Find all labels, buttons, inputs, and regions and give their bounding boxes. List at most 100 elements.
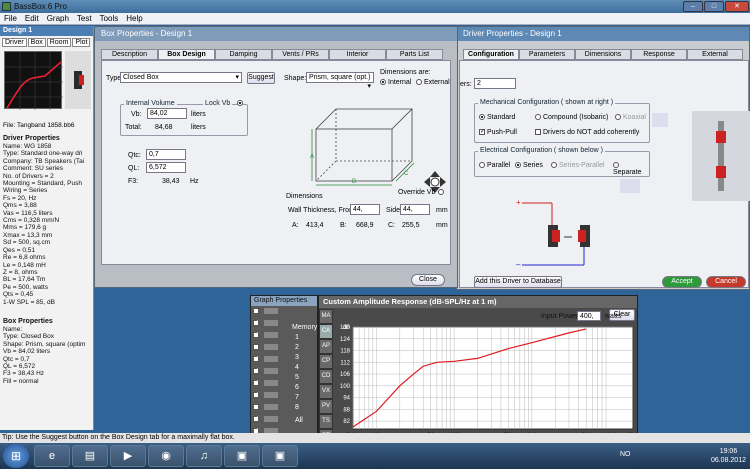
wall-front-field[interactable]: 44, (350, 204, 380, 215)
start-button[interactable]: ⊞ (3, 444, 29, 468)
curve-checkbox[interactable] (253, 404, 259, 411)
accept-button[interactable]: Accept (662, 276, 702, 288)
wall-side-field[interactable]: 44, (400, 204, 430, 215)
graph-tab-ts[interactable]: TS (319, 414, 333, 429)
minimize-button[interactable]: – (683, 1, 703, 12)
media-taskbar-icon[interactable]: ▶ (110, 445, 146, 467)
box-tab-box-design[interactable]: Box Design (158, 49, 215, 60)
driver-thumbnail[interactable] (65, 51, 91, 109)
curve-checkbox[interactable]: ✓ (253, 368, 259, 375)
shape-select[interactable]: Prism, square (opt.) ▾ (306, 72, 374, 90)
driver-tab-external[interactable]: External (687, 49, 743, 60)
add-to-database-button[interactable]: Add this Driver to Database (474, 276, 562, 288)
panel-tab-room[interactable]: Room (46, 38, 72, 47)
window2-taskbar-icon[interactable]: ▣ (262, 445, 298, 467)
internal-radio[interactable]: Internal (380, 79, 411, 86)
box-tab-parts-list[interactable]: Parts List (386, 49, 443, 60)
language-indicator[interactable]: NO (620, 451, 631, 458)
curve-checkbox[interactable]: ✓ (253, 392, 259, 399)
clock[interactable]: 19:06 06.08.2012 (711, 447, 746, 465)
curve-checkbox[interactable]: ✓ (253, 356, 259, 363)
external-radio[interactable]: External (416, 79, 450, 86)
curve-checkbox[interactable]: ✓ (253, 380, 259, 387)
graph-tab-cp[interactable]: CP (319, 354, 333, 369)
ie-taskbar-icon[interactable]: e (34, 445, 70, 467)
series-parallel-radio[interactable]: Series-Parallel (551, 162, 605, 169)
cancel-button[interactable]: Cancel (706, 276, 746, 288)
memory-slot-5[interactable]: 5 (295, 374, 309, 384)
curve-checkbox[interactable]: ✓ (253, 416, 259, 423)
menu-edit[interactable]: Edit (21, 13, 43, 24)
curve-toggle-row[interactable]: ✓ (253, 392, 289, 404)
type-select[interactable]: Closed Box ▾ (120, 72, 242, 83)
curve-toggle-row[interactable]: ✓ (253, 320, 289, 332)
push-pull-checkbox[interactable]: ✓ Push-Pull (479, 129, 517, 136)
curve-checkbox[interactable] (253, 344, 259, 351)
box-tab-interior[interactable]: Interior (329, 49, 386, 60)
input-power-field[interactable]: 400, (577, 311, 601, 321)
memory-slot-4[interactable]: 4 (295, 364, 309, 374)
compound-radio[interactable]: Compound (Isobaric) (535, 114, 608, 121)
graph-tab-ca[interactable]: CA (319, 324, 333, 339)
memory-slot-7[interactable]: 7 (295, 394, 309, 404)
memory-slot-8[interactable]: 8 (295, 404, 309, 414)
curve-checkbox[interactable] (253, 308, 259, 315)
close-button[interactable]: Close (411, 274, 445, 286)
series-radio[interactable]: Series (515, 162, 543, 169)
koaxial-radio[interactable]: Koaxial (615, 114, 646, 121)
not-coherent-checkbox[interactable]: Drivers do NOT add coherently (535, 129, 639, 136)
memory-slot-6[interactable]: 6 (295, 384, 309, 394)
panel-tab-plot[interactable]: Plot (72, 38, 91, 47)
curve-toggle-row[interactable]: ✓ (253, 356, 289, 368)
curve-toggle-row[interactable] (253, 308, 289, 320)
driver-tab-parameters[interactable]: Parameters (519, 49, 575, 60)
menu-graph[interactable]: Graph (43, 13, 73, 24)
curve-toggle-row[interactable]: ✓ (253, 368, 289, 380)
separate-radio[interactable]: Separate (613, 162, 649, 176)
curve-toggle-row[interactable]: ✓ (253, 416, 289, 428)
firefox-taskbar-icon[interactable]: ◉ (148, 445, 184, 467)
ql-field[interactable]: 6,572 (146, 162, 186, 173)
menu-help[interactable]: Help (122, 13, 146, 24)
panel-tab-box[interactable]: Box (27, 38, 46, 47)
app-taskbar-icon[interactable]: ♫ (186, 445, 222, 467)
memory-slot-1[interactable]: 1 (295, 334, 309, 344)
driver-tab-configuration[interactable]: Configuration (463, 49, 519, 60)
override-vb-radio[interactable] (438, 189, 446, 196)
graph-tab-vx[interactable]: VX (319, 384, 333, 399)
window-taskbar-icon[interactable]: ▣ (224, 445, 260, 467)
memory-slot-2[interactable]: 2 (295, 344, 309, 354)
maximize-button[interactable]: □ (704, 1, 724, 12)
suggest-button[interactable]: Suggest (247, 72, 275, 84)
close-icon[interactable]: ✕ (725, 1, 749, 12)
curve-checkbox[interactable]: ✓ (253, 332, 259, 339)
menu-tools[interactable]: Tools (96, 13, 123, 24)
memory-slot-3[interactable]: 3 (295, 354, 309, 364)
graph-tab-ap[interactable]: AP (319, 339, 333, 354)
menu-file[interactable]: File (0, 13, 21, 24)
graph-tab-cd[interactable]: CD (319, 369, 333, 384)
qtc-field[interactable]: 0,7 (146, 149, 186, 160)
curve-toggle-row[interactable] (253, 404, 289, 416)
vb-field[interactable]: 84,02 (147, 108, 187, 119)
driver-tab-dimensions[interactable]: Dimensions (575, 49, 631, 60)
panel-tab-driver[interactable]: Driver (2, 38, 27, 47)
parallel-radio[interactable]: Parallel (479, 162, 510, 169)
response-thumbnail[interactable] (4, 51, 63, 110)
menu-test[interactable]: Test (73, 13, 96, 24)
curve-toggle-row[interactable]: ✓ (253, 332, 289, 344)
curve-checkbox[interactable]: ✓ (253, 320, 259, 327)
graph-tab-pv[interactable]: PV (319, 399, 333, 414)
graph-tab-ma[interactable]: MA (319, 309, 333, 324)
explorer-taskbar-icon[interactable]: ▤ (72, 445, 108, 467)
curve-toggle-row[interactable]: ✓ (253, 380, 289, 392)
number-of-drivers-field[interactable]: 2 (474, 78, 516, 89)
curve-toggle-row[interactable] (253, 344, 289, 356)
driver-tab-response[interactable]: Response (631, 49, 687, 60)
box-tab-damping[interactable]: Damping (215, 49, 272, 60)
standard-radio[interactable]: Standard (479, 114, 515, 121)
box-tab-description[interactable]: Description (101, 49, 158, 60)
all-label[interactable]: All (295, 417, 303, 424)
box-tab-vents-prs[interactable]: Vents / PRs (272, 49, 329, 60)
lock-vb-radio[interactable] (237, 100, 245, 107)
